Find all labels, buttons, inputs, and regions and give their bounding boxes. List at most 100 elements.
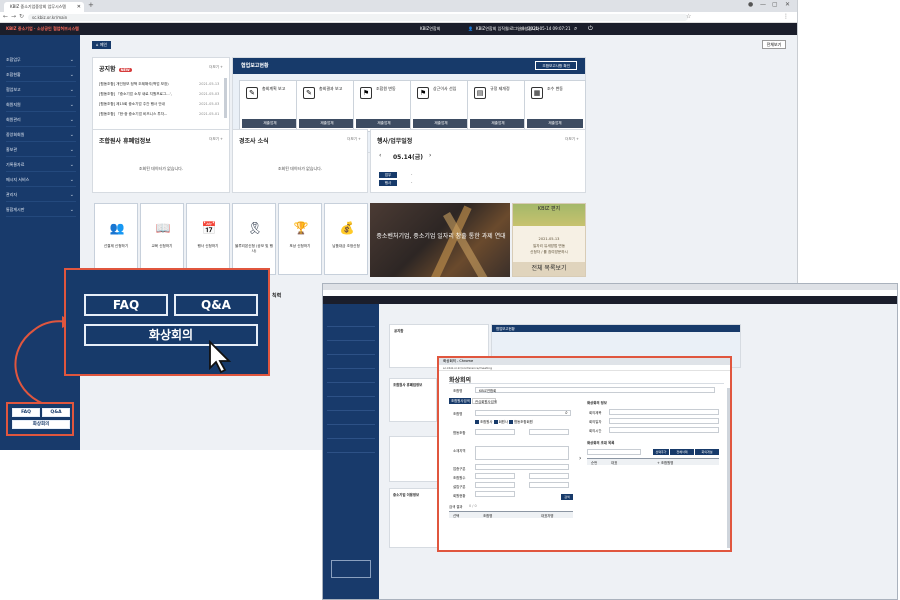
popup-scrollbar[interactable]: [727, 388, 730, 548]
second-sidebar-item[interactable]: [327, 452, 375, 453]
attendee-select[interactable]: [587, 449, 641, 455]
prev-date-icon[interactable]: ‹: [379, 152, 381, 159]
faq-button[interactable]: FAQ: [84, 294, 168, 316]
quick-link[interactable]: 💰 납품대금 조정신청: [324, 203, 368, 275]
sidebar-item[interactable]: 홍보관 ⌄: [6, 143, 76, 157]
sidebar-item[interactable]: 회원지원 ⌄: [6, 98, 76, 112]
org-field[interactable]: KBIZ연합회: [475, 387, 715, 393]
meeting-time-input[interactable]: [609, 427, 719, 433]
report-card-footer[interactable]: 제출업체: [470, 119, 526, 128]
mini-video-meeting-button[interactable]: 화상회의: [12, 420, 70, 429]
sidebar-item[interactable]: 관리자 ⌄: [6, 188, 76, 202]
search-input[interactable]: [475, 410, 571, 416]
second-quick-buttons[interactable]: [331, 560, 371, 578]
second-sidebar-item[interactable]: [327, 368, 375, 369]
report-card[interactable]: ✎ 총회계획 보고 제출업체: [239, 80, 301, 132]
filter-select[interactable]: [475, 464, 569, 470]
forward-icon[interactable]: →: [11, 13, 16, 20]
second-sidebar-item[interactable]: [327, 340, 375, 341]
schedule-more-link[interactable]: 더보기 +: [565, 137, 579, 142]
clear-all-button[interactable]: 전체삭제: [670, 449, 694, 455]
second-sidebar-item[interactable]: [327, 410, 375, 411]
wide-view-button[interactable]: 전체보기: [762, 40, 786, 49]
close-window-icon[interactable]: ✕: [785, 1, 790, 8]
sidebar-item[interactable]: 조합업무 ⌄: [6, 53, 76, 67]
bookmark-star-icon[interactable]: ☆: [686, 13, 691, 20]
filter-select[interactable]: [529, 429, 569, 435]
add-selected-button[interactable]: 선택추가: [653, 449, 669, 455]
search-icon[interactable]: ⌕: [565, 410, 568, 416]
checkbox-icon[interactable]: [475, 420, 479, 424]
sidebar-item[interactable]: 기록물자료 ⌄: [6, 158, 76, 172]
filter-select[interactable]: [475, 482, 515, 488]
report-card-footer[interactable]: 제출업체: [299, 119, 355, 128]
filter-select[interactable]: [529, 482, 569, 488]
quick-link[interactable]: 🎗 블루리본신청 (공모 및 행사): [232, 203, 276, 275]
quick-link[interactable]: 👥 선결제 신청하기: [94, 203, 138, 275]
second-sidebar-item[interactable]: [327, 396, 375, 397]
back-icon[interactable]: ←: [3, 13, 8, 20]
logout-icon[interactable]: ⏻: [588, 23, 593, 35]
next-date-icon[interactable]: ›: [429, 152, 431, 159]
search-button[interactable]: 검색: [561, 494, 573, 500]
member-type-checks[interactable]: 조합원사 회원사 협동조합회원: [475, 419, 533, 424]
report-card-footer[interactable]: 제출업체: [527, 119, 583, 128]
report-card-footer[interactable]: 제출업체: [242, 119, 298, 128]
reload-icon[interactable]: ↻: [19, 13, 24, 20]
notice-more-link[interactable]: 더보기 +: [209, 65, 223, 70]
tab-close-icon[interactable]: ✕: [77, 2, 81, 12]
second-sidebar-item[interactable]: [327, 354, 375, 355]
closure-more-link[interactable]: 더보기 +: [209, 137, 223, 142]
second-sidebar-item[interactable]: [327, 382, 375, 383]
webzine-panel[interactable]: KBIZ 편지 2021-05-13 일자리 유세방법 변동 신청자 / 를 참…: [512, 203, 586, 277]
sidebar-item[interactable]: 메시지 서비스 ⌄: [6, 173, 76, 187]
webzine-more-button[interactable]: 전체 목록보기: [513, 262, 585, 276]
filter-select[interactable]: [475, 491, 515, 497]
checkbox-icon[interactable]: [509, 420, 513, 424]
second-quick-tile[interactable]: [389, 436, 439, 482]
report-card-footer[interactable]: 제출업체: [356, 119, 412, 128]
report-card[interactable]: ▦ 조수 변동 제출업체: [524, 80, 586, 132]
filter-select[interactable]: [529, 473, 569, 479]
second-sidebar-item[interactable]: [327, 326, 375, 327]
notice-scrollbar[interactable]: [224, 78, 227, 118]
report-card-footer[interactable]: 제출업체: [413, 119, 469, 128]
sidebar-item[interactable]: 회원관리 ⌄: [6, 113, 76, 127]
url-field[interactable]: sc.kbiz.or.kr/main: [28, 14, 688, 21]
search-icon[interactable]: ⌕: [574, 23, 577, 35]
region-checks[interactable]: [475, 446, 569, 460]
report-card[interactable]: ✎ 총회결과 보고 제출업체: [296, 80, 358, 132]
app-brand[interactable]: KBIZ 중소기업 · 소상공인 협업허브시스템: [6, 23, 79, 35]
open-meeting-button[interactable]: 회의개설: [695, 449, 719, 455]
meeting-title-input[interactable]: [609, 409, 719, 415]
sidebar-item[interactable]: 조합현황 ⌄: [6, 68, 76, 82]
meeting-date-input[interactable]: [609, 418, 719, 424]
second-sidebar-item[interactable]: [327, 438, 375, 439]
report-card[interactable]: ⚑ 조합원 변동 제출업체: [353, 80, 415, 132]
filter-select[interactable]: [475, 473, 515, 479]
report-card[interactable]: ▤ 규정 제개정 제출업체: [467, 80, 529, 132]
tab-interest[interactable]: 관심회원사검색: [472, 398, 497, 404]
sidebar-item[interactable]: 통합게시판 ⌄: [6, 203, 76, 217]
banner-image[interactable]: 중소벤처기업, 중소기업 일자리 창출 통한 과제 연대: [370, 203, 510, 277]
new-tab-icon[interactable]: +: [88, 1, 94, 9]
tab-members[interactable]: 조합원사검색: [449, 398, 471, 404]
sidebar-item[interactable]: 협업보고 ⌄: [6, 83, 76, 97]
report-action-button[interactable]: 조합보고사항 확인: [535, 61, 577, 70]
minimize-icon[interactable]: —: [760, 1, 766, 8]
second-sidebar-item[interactable]: [327, 424, 375, 425]
mini-qna-button[interactable]: Q&A: [42, 408, 70, 417]
family-news-more-link[interactable]: 더보기 +: [347, 137, 361, 142]
report-card[interactable]: ⚑ 상근이사 선임 제출업체: [410, 80, 472, 132]
filter-select[interactable]: [475, 429, 515, 435]
checkbox-icon[interactable]: [493, 420, 498, 424]
browser-menu-icon[interactable]: ⋮: [783, 13, 789, 20]
maximize-icon[interactable]: ▢: [772, 1, 778, 8]
sidebar-item[interactable]: 중앙회회원 ⌄: [6, 128, 76, 142]
quick-link[interactable]: 📅 행사 신청하기: [186, 203, 230, 275]
profile-icon[interactable]: ●: [748, 1, 753, 8]
mini-faq-button[interactable]: FAQ: [12, 408, 40, 417]
browser-tab[interactable]: KBIZ 중소기업중앙회 업무시스템 ✕: [4, 2, 84, 12]
quick-link[interactable]: 📖 교육 신청하기: [140, 203, 184, 275]
transfer-arrow-icon[interactable]: ›: [579, 455, 581, 462]
